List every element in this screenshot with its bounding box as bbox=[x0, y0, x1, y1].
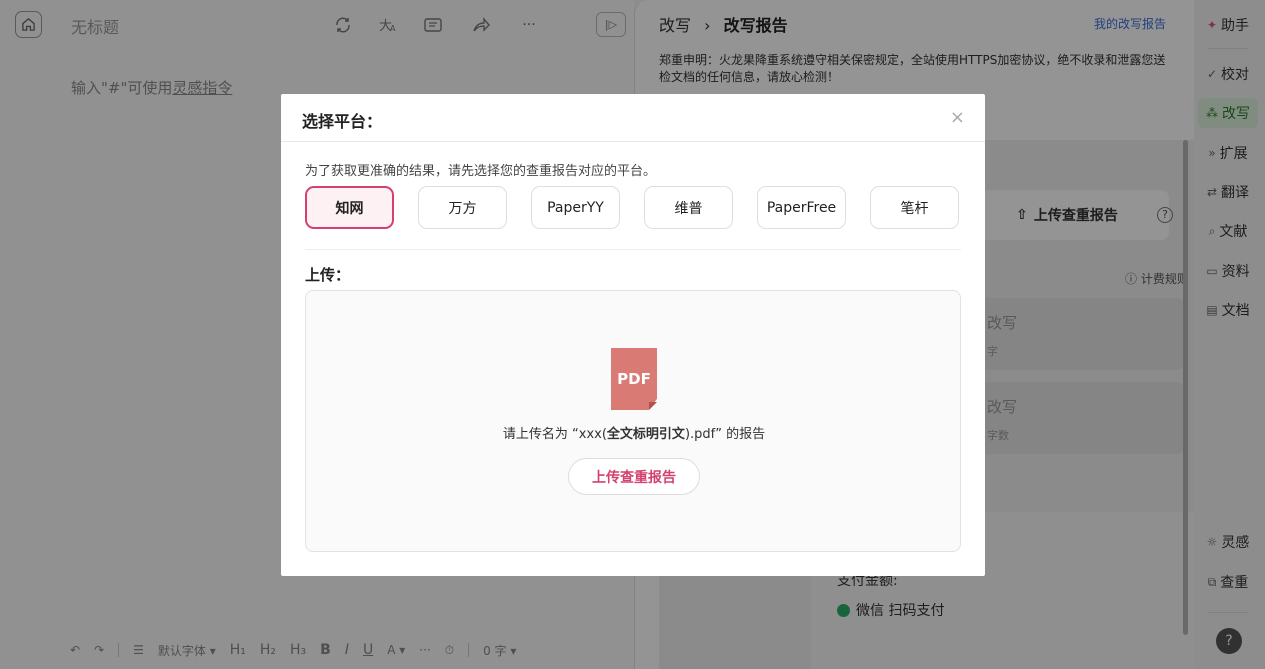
pdf-file-icon: PDF bbox=[611, 348, 657, 410]
platform-option-paperfree[interactable]: PaperFree bbox=[757, 186, 846, 229]
platform-option-paperyy[interactable]: PaperYY bbox=[531, 186, 620, 229]
upload-report-button[interactable]: 上传查重报告 bbox=[568, 458, 700, 495]
dialog-divider bbox=[305, 249, 961, 250]
platform-option-wanfang[interactable]: 万方 bbox=[418, 186, 507, 229]
upload-hint: 请上传名为 “xxx(全文标明引文).pdf” 的报告 bbox=[306, 423, 962, 442]
upload-section-label: 上传： bbox=[305, 266, 351, 284]
platform-option-bigan[interactable]: 笔杆 bbox=[870, 186, 959, 229]
platform-select-dialog: 选择平台： × 为了获取更准确的结果，请先选择您的查重报告对应的平台。 知网 万… bbox=[281, 94, 985, 576]
dialog-tip: 为了获取更准确的结果，请先选择您的查重报告对应的平台。 bbox=[305, 164, 657, 179]
hint-bold: 全文标明引文 bbox=[606, 427, 685, 442]
hint-suffix: ).pdf” 的报告 bbox=[684, 427, 766, 442]
platform-option-cnki[interactable]: 知网 bbox=[305, 186, 394, 229]
dialog-header: 选择平台： × bbox=[281, 94, 985, 142]
platform-list: 知网 万方 PaperYY 维普 PaperFree 笔杆 bbox=[305, 186, 959, 229]
hint-prefix: 请上传名为 “xxx( bbox=[502, 427, 607, 442]
upload-dropzone[interactable]: PDF 请上传名为 “xxx(全文标明引文).pdf” 的报告 上传查重报告 bbox=[305, 290, 961, 552]
pdf-fold-icon bbox=[649, 402, 657, 410]
platform-option-vip[interactable]: 维普 bbox=[644, 186, 733, 229]
dialog-title: 选择平台： bbox=[302, 112, 383, 131]
close-icon[interactable]: × bbox=[950, 107, 965, 128]
pdf-icon-label: PDF bbox=[617, 370, 651, 388]
